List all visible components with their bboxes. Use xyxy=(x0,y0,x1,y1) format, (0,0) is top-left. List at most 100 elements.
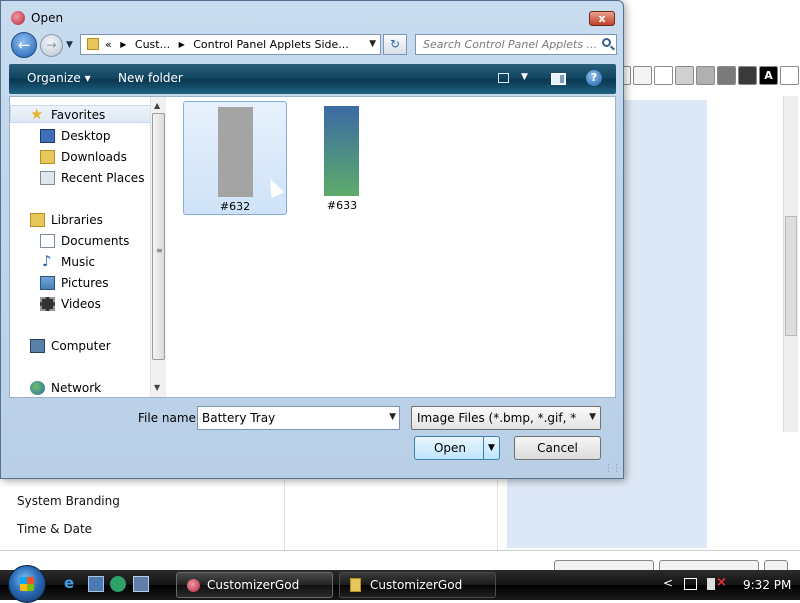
recent-places-icon xyxy=(40,171,55,185)
nav-item-recent-places[interactable]: Recent Places xyxy=(40,169,144,187)
cancel-button[interactable]: Cancel xyxy=(514,436,601,460)
app-icon xyxy=(187,579,200,592)
nav-item-music[interactable]: Music xyxy=(40,252,95,271)
filetype-value: Image Files (*.bmp, *.gif, *.jpg, xyxy=(417,411,577,425)
swatch[interactable] xyxy=(675,66,694,85)
nav-item-desktop[interactable]: Desktop xyxy=(40,127,111,145)
file-list: #632 #633 xyxy=(168,97,615,397)
list-item-time-date[interactable]: Time & Date xyxy=(17,522,92,536)
swatch[interactable] xyxy=(780,66,799,85)
show-desktop-icon[interactable] xyxy=(88,576,104,592)
open-button[interactable]: Open ▼ xyxy=(414,436,500,460)
nav-item-label: Favorites xyxy=(51,108,106,122)
open-button-label: Open xyxy=(433,441,467,455)
chevron-right-icon: ▶ xyxy=(120,40,127,49)
title-bar[interactable]: Open x xyxy=(1,1,623,31)
views-icon[interactable] xyxy=(498,73,509,83)
taskbar-button[interactable]: CustomizerGod xyxy=(176,572,333,598)
nav-item-libraries[interactable]: Libraries xyxy=(30,211,103,229)
filename-input[interactable] xyxy=(198,407,387,429)
search-input[interactable] xyxy=(416,35,599,54)
nav-item-pictures[interactable]: Pictures xyxy=(40,274,109,292)
scroll-thumb[interactable]: ≡ xyxy=(152,113,165,360)
file-name: #632 xyxy=(219,200,251,213)
folder-icon xyxy=(350,578,361,592)
scroll-down-icon[interactable]: ▼ xyxy=(154,383,160,392)
preview-pane-icon[interactable] xyxy=(551,73,566,85)
nav-item-label: Network xyxy=(51,381,102,395)
swatch[interactable] xyxy=(654,66,673,85)
address-bar[interactable]: « ▶ Cust... ▶ Control Panel Applets Side… xyxy=(80,34,381,55)
list-item-system-branding[interactable]: System Branding xyxy=(17,494,120,508)
breadcrumb-overflow[interactable]: « xyxy=(105,38,112,51)
file-name: #633 xyxy=(326,199,358,212)
clock[interactable]: 9:32 PM xyxy=(743,578,791,592)
new-folder-button[interactable]: New folder xyxy=(118,71,183,85)
switch-windows-icon[interactable] xyxy=(133,576,149,592)
star-icon xyxy=(30,105,45,123)
volume-muted-icon[interactable] xyxy=(707,575,727,590)
image-thumbnail xyxy=(324,106,359,196)
videos-icon xyxy=(40,297,55,311)
windows-logo-icon xyxy=(20,577,34,591)
swatch[interactable] xyxy=(633,66,652,85)
forward-button[interactable]: → xyxy=(40,34,63,57)
nav-item-network[interactable]: Network xyxy=(30,379,101,397)
scroll-up-icon[interactable]: ▲ xyxy=(154,101,160,110)
show-hidden-icons[interactable]: < xyxy=(663,576,673,590)
background-scrollbar[interactable] xyxy=(783,96,798,432)
nav-scrollbar[interactable]: ▲ ≡ ▼ xyxy=(150,97,166,397)
taskbar: e CustomizerGod CustomizerGod < 9:32 PM xyxy=(0,565,800,603)
chevron-down-icon[interactable]: ▼ xyxy=(369,39,376,49)
search-box xyxy=(415,34,617,55)
nav-item-computer[interactable]: Computer xyxy=(30,337,111,355)
resize-grip-icon[interactable]: ⋮⋮ xyxy=(604,464,621,474)
back-button[interactable]: ← xyxy=(11,32,37,58)
dialog-title: Open xyxy=(31,11,64,25)
swatch[interactable] xyxy=(696,66,715,85)
views-dropdown[interactable]: ▼ xyxy=(521,72,528,82)
search-icon[interactable] xyxy=(602,38,611,47)
breadcrumb-item[interactable]: Control Panel Applets Side... xyxy=(193,38,349,51)
refresh-icon: ↻ xyxy=(389,37,401,51)
file-item[interactable]: #633 xyxy=(290,101,394,215)
network-icon xyxy=(30,381,45,395)
start-button[interactable] xyxy=(8,565,46,603)
libraries-icon xyxy=(30,213,45,227)
filetype-select[interactable]: Image Files (*.bmp, *.gif, *.jpg, ▼ xyxy=(411,406,601,430)
open-options-dropdown[interactable]: ▼ xyxy=(483,437,499,459)
chevron-right-icon: ▶ xyxy=(178,40,185,49)
navigation-pane: Favorites Desktop Downloads Recent Place… xyxy=(10,97,166,397)
documents-icon xyxy=(40,234,55,248)
nav-item-label: Videos xyxy=(61,297,101,311)
organize-button[interactable]: Organize ▾ xyxy=(27,71,91,85)
downloads-folder-icon xyxy=(40,150,55,164)
scroll-thumb[interactable] xyxy=(785,216,797,336)
help-icon[interactable]: ? xyxy=(586,70,602,86)
nav-item-favorites[interactable]: Favorites xyxy=(30,105,106,124)
chevron-down-icon: ▼ xyxy=(589,412,596,422)
nav-item-label: Downloads xyxy=(61,150,127,164)
nav-item-label: Desktop xyxy=(61,129,111,143)
column-divider xyxy=(497,480,498,550)
swatch-text[interactable]: A xyxy=(759,66,778,85)
media-player-icon[interactable] xyxy=(110,576,126,592)
taskbar-button-label: CustomizerGod xyxy=(370,578,463,592)
nav-item-documents[interactable]: Documents xyxy=(40,232,129,250)
filename-label: File name: xyxy=(138,411,200,425)
computer-icon xyxy=(30,339,45,353)
internet-explorer-icon[interactable]: e xyxy=(64,574,80,592)
swatch[interactable] xyxy=(738,66,757,85)
network-tray-icon[interactable] xyxy=(684,578,697,590)
music-icon xyxy=(40,252,55,270)
close-button[interactable]: x xyxy=(589,11,615,26)
breadcrumb-item[interactable]: Cust... xyxy=(135,38,170,51)
taskbar-button[interactable]: CustomizerGod xyxy=(339,572,496,598)
recent-locations-dropdown[interactable]: ▼ xyxy=(66,40,73,50)
column-divider xyxy=(284,480,285,550)
swatch[interactable] xyxy=(717,66,736,85)
nav-item-downloads[interactable]: Downloads xyxy=(40,148,127,166)
nav-item-videos[interactable]: Videos xyxy=(40,295,101,313)
refresh-button[interactable]: ↻ xyxy=(383,34,407,55)
chevron-down-icon[interactable]: ▼ xyxy=(389,412,396,422)
